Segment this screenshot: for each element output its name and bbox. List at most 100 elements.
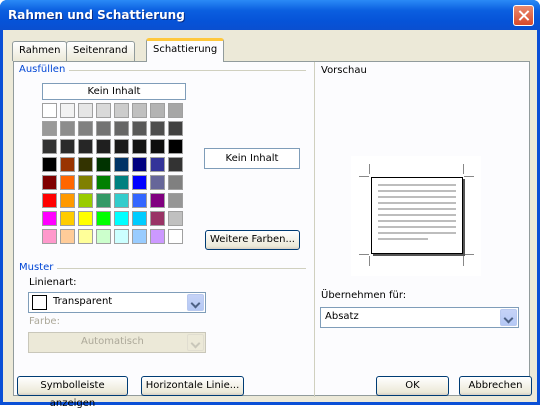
dialog-window: Rahmen und Schattierung Rahmen Seitenran… bbox=[0, 0, 540, 409]
color-swatch[interactable] bbox=[60, 211, 75, 226]
corner-mark bbox=[463, 256, 464, 266]
color-swatch[interactable] bbox=[42, 157, 57, 172]
color-swatch[interactable] bbox=[132, 157, 147, 172]
horizontal-line-button[interactable]: Horizontale Linie... bbox=[141, 376, 244, 396]
dialog-body: Rahmen Seitenrand Schattierung Ausfüllen… bbox=[3, 30, 537, 409]
color-swatch[interactable] bbox=[60, 103, 75, 118]
cancel-button[interactable]: Abbrechen bbox=[459, 376, 532, 396]
color-swatch[interactable] bbox=[150, 139, 165, 154]
color-swatch[interactable] bbox=[150, 157, 165, 172]
color-swatch[interactable] bbox=[42, 229, 57, 244]
corner-mark bbox=[464, 254, 474, 255]
fill-group-label: Ausfüllen bbox=[19, 64, 70, 75]
color-swatch[interactable] bbox=[150, 193, 165, 208]
close-icon[interactable] bbox=[513, 5, 534, 26]
color-swatch[interactable] bbox=[60, 157, 75, 172]
color-swatch[interactable] bbox=[78, 175, 93, 190]
color-swatch[interactable] bbox=[132, 229, 147, 244]
color-swatch[interactable] bbox=[60, 229, 75, 244]
color-swatch[interactable] bbox=[168, 175, 183, 190]
color-swatch[interactable] bbox=[78, 211, 93, 226]
column-divider bbox=[314, 62, 315, 397]
color-swatch[interactable] bbox=[60, 175, 75, 190]
corner-mark bbox=[463, 164, 464, 174]
color-swatch[interactable] bbox=[78, 121, 93, 136]
text-line bbox=[378, 220, 456, 222]
dialog-title: Rahmen und Schattierung bbox=[8, 8, 185, 22]
color-swatch[interactable] bbox=[114, 229, 129, 244]
chevron-down-icon[interactable] bbox=[187, 294, 204, 311]
ok-button[interactable]: OK bbox=[376, 376, 449, 396]
color-swatch[interactable] bbox=[42, 211, 57, 226]
color-swatch[interactable] bbox=[42, 121, 57, 136]
color-swatch[interactable] bbox=[60, 193, 75, 208]
color-swatch[interactable] bbox=[114, 103, 129, 118]
color-swatch[interactable] bbox=[132, 139, 147, 154]
color-swatch[interactable] bbox=[114, 175, 129, 190]
color-swatch[interactable] bbox=[60, 139, 75, 154]
apply-to-value: Absatz bbox=[325, 311, 359, 322]
color-swatch[interactable] bbox=[96, 139, 111, 154]
color-swatch[interactable] bbox=[114, 211, 129, 226]
color-swatch[interactable] bbox=[168, 193, 183, 208]
color-swatch[interactable] bbox=[150, 121, 165, 136]
color-swatch[interactable] bbox=[78, 229, 93, 244]
show-toolbar-button[interactable]: Symbolleiste anzeigen bbox=[17, 376, 128, 409]
color-swatch[interactable] bbox=[150, 211, 165, 226]
color-swatch[interactable] bbox=[168, 139, 183, 154]
color-swatch[interactable] bbox=[132, 175, 147, 190]
color-swatch[interactable] bbox=[150, 229, 165, 244]
color-swatch[interactable] bbox=[114, 157, 129, 172]
color-swatch[interactable] bbox=[42, 103, 57, 118]
color-swatch[interactable] bbox=[60, 121, 75, 136]
color-swatch[interactable] bbox=[168, 157, 183, 172]
tab-schattierung[interactable]: Schattierung bbox=[146, 38, 225, 62]
color-swatch[interactable] bbox=[132, 211, 147, 226]
color-swatch[interactable] bbox=[96, 211, 111, 226]
chevron-down-icon[interactable] bbox=[500, 309, 517, 326]
color-swatch[interactable] bbox=[96, 175, 111, 190]
color-swatch[interactable] bbox=[132, 103, 147, 118]
color-swatch[interactable] bbox=[150, 103, 165, 118]
pattern-style-select[interactable]: Transparent bbox=[28, 292, 206, 313]
corner-mark bbox=[464, 176, 474, 177]
color-swatch[interactable] bbox=[96, 121, 111, 136]
more-colors-button[interactable]: Weitere Farben... bbox=[205, 230, 300, 250]
color-swatch[interactable] bbox=[114, 121, 129, 136]
color-swatch[interactable] bbox=[96, 229, 111, 244]
color-swatch[interactable] bbox=[42, 175, 57, 190]
color-swatch[interactable] bbox=[96, 157, 111, 172]
color-swatch[interactable] bbox=[168, 103, 183, 118]
color-swatch[interactable] bbox=[132, 193, 147, 208]
apply-to-select[interactable]: Absatz bbox=[320, 307, 519, 328]
text-line bbox=[378, 190, 456, 192]
preview-label: Vorschau bbox=[321, 65, 367, 76]
color-swatch[interactable] bbox=[78, 139, 93, 154]
color-swatch[interactable] bbox=[42, 193, 57, 208]
text-line bbox=[378, 208, 456, 210]
color-swatch[interactable] bbox=[168, 229, 183, 244]
text-line bbox=[378, 202, 456, 204]
corner-mark bbox=[359, 254, 369, 255]
text-line bbox=[378, 196, 456, 198]
preview-page bbox=[371, 177, 463, 254]
swatch-preview bbox=[32, 295, 47, 310]
color-swatch[interactable] bbox=[132, 121, 147, 136]
color-swatch[interactable] bbox=[150, 175, 165, 190]
color-swatch[interactable] bbox=[96, 193, 111, 208]
title-bar[interactable]: Rahmen und Schattierung bbox=[0, 0, 540, 30]
color-swatch[interactable] bbox=[78, 103, 93, 118]
color-swatch[interactable] bbox=[42, 139, 57, 154]
corner-mark bbox=[369, 256, 370, 266]
tab-panel: Ausfüllen Kein Inhalt Kein Inhalt Weiter… bbox=[13, 61, 530, 397]
color-swatch[interactable] bbox=[78, 157, 93, 172]
tab-rahmen[interactable]: Rahmen bbox=[12, 41, 68, 61]
color-swatch[interactable] bbox=[96, 103, 111, 118]
color-swatch[interactable] bbox=[168, 211, 183, 226]
color-swatch[interactable] bbox=[78, 193, 93, 208]
no-fill-button[interactable]: Kein Inhalt bbox=[42, 83, 186, 100]
tab-seitenrand[interactable]: Seitenrand bbox=[66, 41, 135, 61]
color-swatch[interactable] bbox=[114, 139, 129, 154]
color-swatch[interactable] bbox=[168, 121, 183, 136]
color-swatch[interactable] bbox=[114, 193, 129, 208]
